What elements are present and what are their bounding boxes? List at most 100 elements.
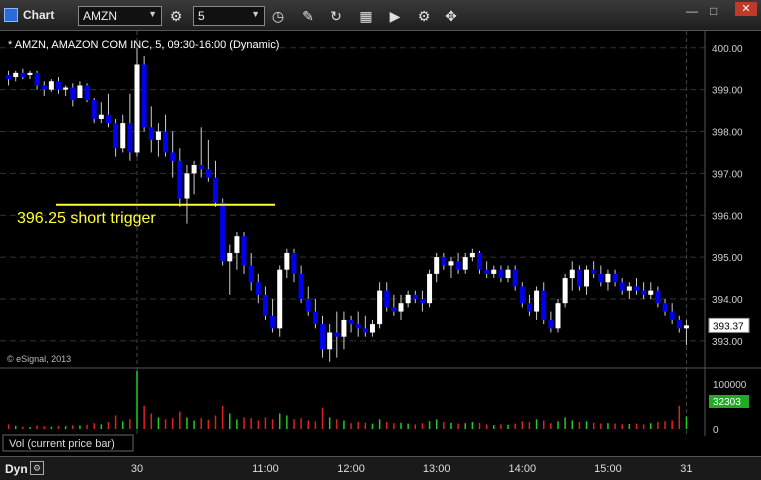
candle-body — [348, 319, 354, 325]
price-chart[interactable]: * AMZN, AMAZON COM INC, 5, 09:30-16:00 (… — [0, 31, 761, 456]
candle-body — [377, 290, 383, 325]
gear-icon[interactable]: ⚙ — [166, 6, 186, 26]
candle-body — [341, 319, 347, 337]
volume-zero-label: 0 — [713, 425, 719, 436]
interval-value: 5 — [198, 9, 205, 23]
candle-body — [291, 252, 297, 274]
candle-body — [419, 299, 425, 304]
volume-label: Vol (current price bar) — [9, 438, 115, 450]
last-price-value: 393.37 — [713, 321, 744, 332]
candle-body — [91, 100, 97, 119]
window-title: Chart — [23, 8, 55, 22]
candle-body — [362, 328, 368, 333]
x-tick-label: 13:00 — [422, 463, 451, 475]
candle-body — [648, 290, 654, 295]
candle-body — [20, 72, 26, 78]
volume-last-value: 32303 — [713, 397, 741, 408]
candle-body — [120, 123, 126, 149]
maximize-button[interactable]: □ — [710, 4, 717, 18]
candle-body — [170, 152, 176, 161]
candle-body — [369, 324, 375, 333]
candle-body — [334, 332, 340, 337]
time-axis[interactable]: Dyn ⚙ 30 11:00 12:00 13:00 14:00 15:00 31 — [0, 456, 761, 480]
close-button[interactable]: ✕ — [735, 2, 757, 16]
candle-body — [655, 290, 661, 304]
candle-body — [434, 257, 440, 274]
candle-body — [134, 64, 140, 153]
dyn-settings-icon[interactable]: ⚙ — [30, 461, 44, 475]
candle-body — [255, 282, 261, 295]
candle-body — [98, 114, 104, 119]
candle-body — [320, 324, 326, 350]
candle-body — [391, 307, 397, 312]
candle-body — [541, 290, 547, 320]
candle-body — [77, 85, 83, 98]
x-tick-label: 15:00 — [594, 463, 622, 475]
candle-body — [155, 131, 161, 140]
chart-type-icon[interactable]: ▦ — [356, 6, 376, 26]
candle-body — [469, 252, 475, 258]
x-tick-label: 12:00 — [337, 463, 365, 475]
settings-icon[interactable]: ⚙ — [414, 6, 434, 26]
candle-body — [212, 177, 218, 203]
y-tick-label: 399.00 — [712, 86, 743, 97]
clock-icon[interactable]: ◷ — [268, 6, 288, 26]
candle-body — [184, 173, 190, 199]
candle-body — [662, 303, 668, 312]
x-tick-label: 11:00 — [252, 463, 279, 475]
candle-body — [262, 294, 268, 316]
x-tick-label: 31 — [680, 463, 693, 475]
pencil-icon[interactable]: ✎ — [298, 6, 318, 26]
y-tick-label: 394.00 — [712, 295, 743, 306]
play-icon[interactable]: ▶ — [385, 6, 405, 26]
candle-body — [405, 294, 411, 304]
candle-body — [220, 202, 226, 262]
y-tick-label: 393.00 — [712, 337, 743, 348]
y-tick-label: 398.00 — [712, 128, 743, 139]
interval-input[interactable]: 5 ▼ — [193, 6, 265, 26]
candle-body — [127, 123, 133, 153]
time-gridlines — [136, 31, 687, 436]
candle-body — [177, 160, 183, 199]
candle-body — [477, 252, 483, 270]
window-titlebar: Chart AMZN ▼ ⚙ 5 ▼ ◷ ✎ ↻ ▦ ▶ ⚙ ✥ — □ ✕ — [0, 0, 761, 31]
dyn-label[interactable]: Dyn — [5, 462, 28, 476]
candle-body — [576, 269, 582, 287]
candle-body — [427, 273, 433, 304]
candle-body — [113, 123, 119, 149]
candle-body — [34, 72, 40, 86]
refresh-icon[interactable]: ↻ — [326, 6, 346, 26]
candle-body — [298, 273, 304, 299]
y-tick-label: 397.00 — [712, 169, 743, 180]
symbol-input[interactable]: AMZN ▼ — [78, 6, 162, 26]
candle-body — [669, 311, 675, 320]
candle-body — [305, 299, 311, 312]
candle-body — [534, 290, 540, 312]
candle-body — [633, 286, 639, 291]
candle-body — [148, 127, 154, 140]
candle-body — [6, 74, 12, 80]
candle-body — [448, 261, 454, 266]
minimize-button[interactable]: — — [686, 4, 698, 18]
candle-body — [555, 303, 561, 329]
candle-body — [484, 269, 490, 274]
candle-body — [683, 325, 689, 329]
candle-body — [163, 131, 169, 153]
watermark: © eSignal, 2013 — [7, 354, 71, 364]
candle-body — [284, 252, 290, 270]
chevron-down-icon[interactable]: ▼ — [148, 9, 157, 19]
candle-body — [598, 273, 604, 283]
chevron-down-icon[interactable]: ▼ — [251, 9, 260, 19]
candle-body — [498, 269, 504, 279]
candle-body — [384, 290, 390, 308]
candle-body — [584, 269, 590, 287]
candle-body — [191, 165, 197, 174]
candle-body — [48, 81, 54, 90]
y-tick-label: 395.00 — [712, 253, 743, 264]
candle-body — [56, 81, 62, 90]
link-icon[interactable]: ✥ — [441, 6, 461, 26]
price-axis[interactable]: 393.00 394.00 395.00 396.00 397.00 398.00 399.… — [712, 44, 743, 348]
candle-body — [569, 269, 575, 279]
candle-body — [70, 87, 76, 101]
candle-body — [512, 269, 518, 287]
